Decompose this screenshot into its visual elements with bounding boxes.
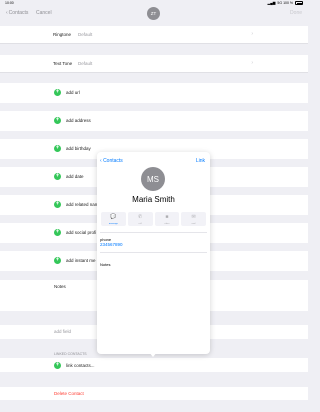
add-icon: + [54, 361, 61, 369]
contact-name: Maria Smith [132, 195, 175, 204]
video-icon: ■ [165, 214, 169, 220]
ringtone-row[interactable]: Ringtone Default › [0, 26, 308, 44]
text-tone-label: Text Tone [53, 61, 73, 66]
add-icon: + [54, 257, 61, 264]
add-icon: + [54, 173, 61, 180]
mail-button[interactable]: ✉ mail [181, 212, 206, 226]
add-icon: + [54, 89, 61, 96]
chevron-left-icon: ‹ [100, 158, 102, 164]
popover-link-button[interactable]: Link [196, 158, 205, 164]
message-button[interactable]: 💬 message [101, 212, 126, 226]
add-icon: + [54, 145, 61, 152]
add-date-label: add date [66, 174, 84, 179]
add-field-label: add field [54, 329, 72, 334]
popover-notes-label: Notes [100, 262, 111, 267]
chevron-right-icon: › [251, 60, 253, 66]
video-button[interactable]: ■ video [154, 212, 180, 226]
popover-back-label: Contacts [103, 158, 123, 164]
contact-avatar: MS [141, 167, 165, 191]
popover-arrow [149, 352, 157, 357]
contact-popover: ‹ Contacts Link MS Maria Smith 💬 message… [97, 152, 210, 354]
delete-contact-button[interactable]: Delete Contact [54, 391, 84, 396]
status-right: ▂▄▆ 5G 100 % [268, 1, 303, 5]
chevron-left-icon: ‹ [6, 10, 8, 16]
divider [100, 232, 207, 233]
call-button[interactable]: ✆ call [127, 212, 153, 226]
cancel-button[interactable]: Cancel [36, 10, 52, 16]
signal-icon: ▂▄▆ [267, 1, 276, 5]
done-button[interactable]: Done [290, 10, 302, 16]
add-icon: + [54, 117, 61, 124]
ringtone-label: Ringtone [53, 32, 72, 37]
battery-icon [295, 1, 303, 5]
phone-icon: ✆ [138, 214, 143, 220]
link-contacts-row[interactable]: + link contacts... [0, 358, 308, 372]
ringtone-value: Default [78, 32, 93, 37]
text-tone-row[interactable]: Text Tone Default › [0, 55, 308, 73]
notes-label: Notes [54, 284, 66, 289]
add-related-name-label: add related nam [66, 202, 99, 207]
add-icon: + [54, 229, 61, 236]
back-label: Contacts [8, 10, 29, 16]
add-icon: + [54, 201, 61, 208]
contact-actions: 💬 message ✆ call ■ video ✉ mail [101, 212, 206, 226]
mail-label: mail [191, 223, 196, 225]
popover-back-button[interactable]: ‹ Contacts [100, 158, 123, 164]
add-url-label: add url [66, 90, 80, 95]
linked-contacts-header: LINKED CONTACTS [54, 352, 87, 356]
divider [100, 252, 207, 253]
link-contacts-label: link contacts... [66, 362, 95, 368]
phone-number-link[interactable]: 234567890 [100, 242, 123, 247]
status-time: 10:00 [5, 1, 14, 5]
call-label: call [138, 223, 142, 225]
message-icon: 💬 [110, 214, 117, 220]
add-url-row[interactable]: + add url [0, 83, 308, 103]
add-address-label: add address [66, 118, 91, 123]
delete-contact-row[interactable]: Delete Contact [0, 387, 308, 400]
add-instant-message-label: add instant me [66, 258, 96, 263]
video-label: video [164, 223, 170, 225]
text-tone-value: Default [78, 61, 93, 66]
mail-icon: ✉ [191, 214, 196, 220]
back-button[interactable]: ‹ Contacts [6, 10, 28, 16]
add-birthday-label: add birthday [66, 146, 91, 151]
chevron-right-icon: › [251, 31, 253, 37]
nav-bar: ‹ Contacts Cancel ZT Done [0, 6, 308, 22]
add-social-profile-label: add social profi [66, 230, 97, 235]
network-status: 5G 100 % [277, 1, 293, 5]
message-label: message [108, 223, 118, 225]
add-address-row[interactable]: + add address [0, 111, 308, 131]
avatar[interactable]: ZT [147, 7, 160, 20]
